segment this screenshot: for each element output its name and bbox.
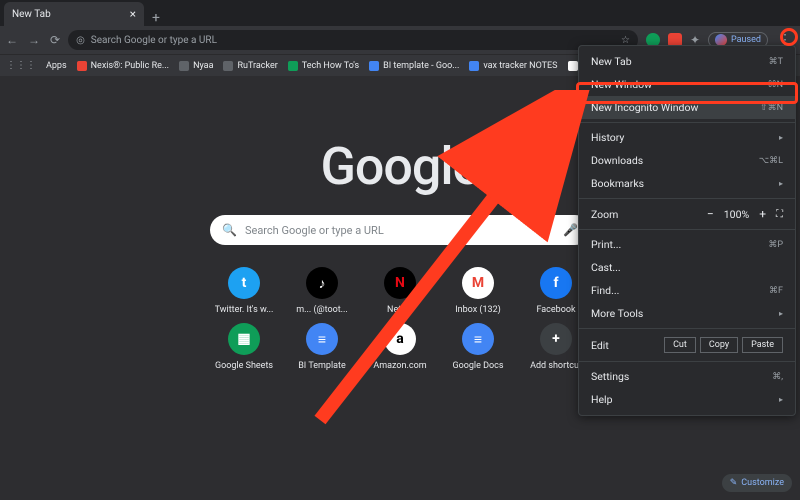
pencil-icon: ✎ [730,478,738,488]
shortcut-label: Netflix [387,305,413,315]
shortcut-tile[interactable]: a Amazon.com [365,323,435,371]
bookmark-star-icon[interactable]: ☆ [621,35,630,46]
favicon-icon [469,61,479,71]
tab-strip: New Tab × + [0,0,800,26]
shortcut-label: Google Docs [452,361,503,371]
shortcut-label: Add shortcut [530,361,582,371]
shortcut-label: Amazon.com [373,361,426,371]
bookmark-item[interactable]: BI template - Goo... [369,61,459,71]
shortcut-icon: f [540,267,572,299]
paste-button[interactable]: Paste [742,337,783,353]
menu-more-tools[interactable]: More Tools▸ [579,302,795,325]
bookmark-apps[interactable]: Apps [46,61,67,71]
menu-cast[interactable]: Cast... [579,256,795,279]
forward-icon[interactable]: → [28,33,40,47]
apps-grid-icon[interactable]: ⋮⋮⋮ [6,60,36,71]
shortcut-tile[interactable]: ≡ Google Docs [443,323,513,371]
shortcut-tile[interactable]: M Inbox (132) [443,267,513,315]
chevron-right-icon: ▸ [779,179,783,188]
menu-separator [579,122,795,123]
menu-help[interactable]: Help▸ [579,388,795,411]
menu-downloads[interactable]: Downloads⌥⌘L [579,149,795,172]
shortcut-icon: M [462,267,494,299]
chrome-menu: New Tab⌘T New Window⌘N New Incognito Win… [578,45,796,416]
menu-separator [579,361,795,362]
shortcut-tile[interactable]: ≡ BI Template [287,323,357,371]
chevron-right-icon: ▸ [779,133,783,142]
menu-bookmarks[interactable]: Bookmarks▸ [579,172,795,195]
shortcut-label: m... (@toot... [296,305,348,315]
chevron-right-icon: ▸ [779,309,783,318]
site-info-icon[interactable]: ◎ [76,35,85,46]
shortcut-icon: ≡ [306,323,338,355]
shortcut-tile[interactable]: N Netflix [365,267,435,315]
shortcut-icon: N [384,267,416,299]
menu-find[interactable]: Find...⌘F [579,279,795,302]
profile-status: Paused [731,35,761,45]
bookmark-item[interactable]: vax tracker NOTES [469,61,557,71]
shortcut-label: Twitter. It's w... [215,305,274,315]
browser-tab[interactable]: New Tab × [4,2,144,26]
menu-new-tab[interactable]: New Tab⌘T [579,50,795,73]
menu-settings[interactable]: Settings⌘, [579,365,795,388]
favicon-icon [179,61,189,71]
new-tab-button[interactable]: + [144,10,168,26]
menu-separator [579,328,795,329]
omnibox[interactable]: ◎ Search Google or type a URL ☆ [68,30,638,50]
copy-button[interactable]: Copy [700,337,738,353]
reload-icon[interactable]: ⟳ [50,33,60,47]
zoom-value: 100% [724,208,749,221]
shortcut-tile[interactable]: ♪ m... (@toot... [287,267,357,315]
menu-new-incognito[interactable]: New Incognito Window⇧⌘N [579,96,795,119]
shortcut-icon: ≡ [462,323,494,355]
shortcut-tile[interactable]: t Twitter. It's w... [209,267,279,315]
google-logo: Google [320,136,479,197]
mic-icon[interactable]: 🎤 [563,223,578,237]
menu-edit: Edit Cut Copy Paste [579,332,795,358]
bookmark-item[interactable]: Nexis®: Public Re... [77,61,169,71]
shortcut-icon: ♪ [306,267,338,299]
omnibox-placeholder: Search Google or type a URL [91,35,615,46]
zoom-in-button[interactable]: + [759,207,766,221]
back-icon[interactable]: ← [6,33,18,47]
bookmark-item[interactable]: Tech How To's [288,61,359,71]
shortcut-label: BI Template [298,361,346,371]
shortcut-icon: a [384,323,416,355]
shortcut-label: Facebook [536,305,575,315]
favicon-icon [568,61,578,71]
menu-new-window[interactable]: New Window⌘N [579,73,795,96]
zoom-out-button[interactable]: − [707,207,714,221]
chevron-right-icon: ▸ [779,395,783,404]
shortcut-label: Google Sheets [215,361,273,371]
favicon-icon [288,61,298,71]
menu-print[interactable]: Print...⌘P [579,233,795,256]
shortcut-icon: + [540,323,572,355]
search-box[interactable]: 🔍 Search Google or type a URL 🎤 [210,215,590,245]
search-placeholder: Search Google or type a URL [245,224,555,237]
menu-separator [579,198,795,199]
bookmark-item[interactable]: RuTracker [223,61,277,71]
bookmark-item[interactable]: Nyaa [179,61,213,71]
cut-button[interactable]: Cut [664,337,696,353]
favicon-icon [223,61,233,71]
search-icon: 🔍 [222,223,237,237]
menu-zoom: Zoom − 100% + ⛶ [579,202,795,226]
favicon-icon [369,61,379,71]
menu-history[interactable]: History▸ [579,126,795,149]
menu-separator [579,229,795,230]
shortcut-icon: t [228,267,260,299]
customize-button[interactable]: ✎ Customize [722,474,792,492]
shortcuts-grid: t Twitter. It's w... ♪ m... (@toot... N Netfl… [209,267,591,371]
shortcut-icon: ▦ [228,323,260,355]
tab-title: New Tab [12,9,51,20]
favicon-icon [77,61,87,71]
close-icon[interactable]: × [130,7,136,21]
fullscreen-icon[interactable]: ⛶ [776,209,783,220]
shortcut-label: Inbox (132) [455,305,501,315]
shortcut-tile[interactable]: ▦ Google Sheets [209,323,279,371]
